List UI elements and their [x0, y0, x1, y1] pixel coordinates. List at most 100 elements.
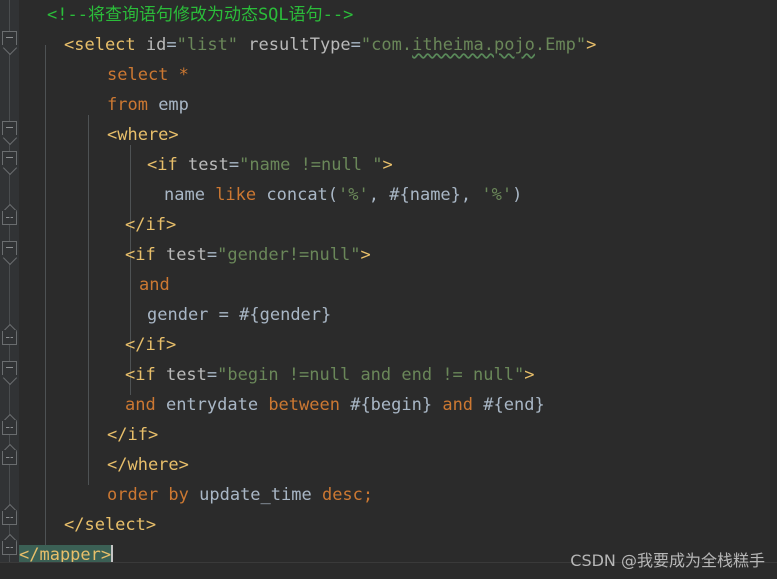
code-line[interactable]: <where>: [19, 120, 777, 150]
code-token: select: [107, 65, 179, 85]
code-token: entrydate: [165, 395, 269, 415]
code-token: order by: [107, 485, 200, 505]
code-line[interactable]: </select>: [19, 510, 777, 540]
code-line[interactable]: <if test="begin !=null and end != null">: [19, 360, 777, 390]
code-line[interactable]: </if>: [19, 330, 777, 360]
fold-marker-down[interactable]: [2, 361, 17, 377]
code-text: <if test="gender!=null">: [125, 245, 371, 265]
code-token: >: [586, 35, 597, 55]
fold-marker-dash: [6, 157, 13, 158]
fold-marker-dash: [6, 547, 13, 548]
code-token: >: [360, 245, 371, 265]
code-token: between: [268, 395, 351, 415]
code-token: =: [228, 155, 240, 175]
code-token: emp: [158, 95, 189, 115]
code-token: #{gender}: [239, 305, 332, 325]
fold-marker-up[interactable]: [2, 210, 17, 225]
code-token: from: [107, 95, 159, 115]
code-line[interactable]: </if>: [19, 210, 777, 240]
code-token: <where>: [107, 125, 179, 145]
code-text: from emp: [107, 95, 189, 115]
code-token: <if: [147, 155, 188, 175]
code-token: itheima.pojo: [412, 35, 535, 55]
code-token: "list": [176, 35, 239, 55]
code-token: resultType: [248, 35, 351, 55]
fold-marker-dash: [6, 517, 13, 518]
fold-marker-dash: [6, 337, 13, 338]
code-line[interactable]: and: [19, 270, 777, 300]
code-text: and: [139, 275, 170, 295]
code-token: =: [206, 365, 218, 385]
code-text: </if>: [125, 215, 176, 235]
code-token: ): [512, 185, 523, 205]
fold-marker-up[interactable]: [2, 510, 17, 525]
code-text: select *: [107, 65, 189, 85]
code-token: <if: [125, 245, 166, 265]
code-token: gender: [147, 305, 219, 325]
fold-marker-down[interactable]: [2, 121, 17, 137]
code-line[interactable]: </where>: [19, 450, 777, 480]
fold-marker-down[interactable]: [2, 241, 17, 257]
code-token: </if>: [107, 425, 159, 445]
editor-gutter[interactable]: [0, 0, 19, 579]
code-token: desc;: [321, 485, 374, 505]
code-line[interactable]: gender = #{gender}: [19, 300, 777, 330]
code-text: <!--将查询语句修改为动态SQL语句-->: [47, 5, 353, 25]
code-token: "name !=null ": [239, 155, 383, 175]
code-text: <select id="list" resultType="com.itheim…: [64, 35, 596, 55]
code-token: test: [187, 155, 229, 175]
fold-marker-dash: [6, 247, 13, 248]
code-token: </select>: [64, 515, 157, 535]
code-line[interactable]: <!--将查询语句修改为动态SQL语句-->: [19, 0, 777, 30]
code-token: =: [206, 245, 218, 265]
fold-marker-dash: [6, 367, 13, 368]
code-line[interactable]: name like concat('%', #{name}, '%'): [19, 180, 777, 210]
code-line[interactable]: <select id="list" resultType="com.itheim…: [19, 30, 777, 60]
code-text: </where>: [107, 455, 189, 475]
code-token: </if>: [125, 335, 177, 355]
code-text: gender = #{gender}: [147, 305, 331, 325]
code-text: </if>: [107, 425, 158, 445]
code-line[interactable]: <if test="gender!=null">: [19, 240, 777, 270]
code-token: ,: [368, 185, 390, 205]
code-token: '%': [481, 185, 513, 205]
fold-marker-up[interactable]: [2, 330, 17, 345]
code-token: </where>: [107, 455, 189, 475]
editor-text-area[interactable]: <!--将查询语句修改为动态SQL语句--> <select id="list" …: [19, 0, 777, 579]
code-line[interactable]: <if test="name !=null ">: [19, 150, 777, 180]
code-token: and: [139, 275, 170, 295]
fold-marker-up[interactable]: [2, 420, 17, 435]
code-token: like: [215, 185, 267, 205]
code-token: <select: [64, 35, 146, 55]
code-token: <if: [125, 365, 166, 385]
fold-marker-down[interactable]: [2, 31, 17, 47]
code-token: *: [178, 65, 189, 85]
fold-marker-down[interactable]: [2, 151, 17, 167]
code-line[interactable]: </if>: [19, 420, 777, 450]
code-text: <if test="begin !=null and end != null">: [125, 365, 534, 385]
code-token: test: [165, 245, 207, 265]
code-content[interactable]: <!--将查询语句修改为动态SQL语句--> <select id="list" …: [19, 0, 777, 570]
fold-marker-up[interactable]: [2, 450, 17, 465]
code-text: </select>: [64, 515, 156, 535]
code-token: .Emp": [534, 35, 587, 55]
code-line[interactable]: from emp: [19, 90, 777, 120]
code-token: ,: [460, 185, 482, 205]
code-line[interactable]: and entrydate between #{begin} and #{end…: [19, 390, 777, 420]
code-token: <!--将查询语句修改为动态SQL语句-->: [47, 5, 354, 25]
code-token: update_time: [199, 485, 322, 505]
fold-marker-dash: [6, 127, 13, 128]
fold-marker-dash: [6, 427, 13, 428]
csdn-watermark: CSDN @我要成为全栈糕手: [570, 551, 765, 570]
code-token: id: [145, 35, 167, 55]
code-line[interactable]: select *: [19, 60, 777, 90]
code-line[interactable]: order by update_time desc;: [19, 480, 777, 510]
fold-marker-up[interactable]: [2, 540, 17, 555]
gutter-vertical-line: [9, 0, 10, 579]
code-text: order by update_time desc;: [107, 485, 373, 505]
code-text: <if test="name !=null ">: [147, 155, 393, 175]
code-token: and: [125, 395, 166, 415]
code-token: =: [350, 35, 361, 55]
code-token: (: [327, 185, 339, 205]
